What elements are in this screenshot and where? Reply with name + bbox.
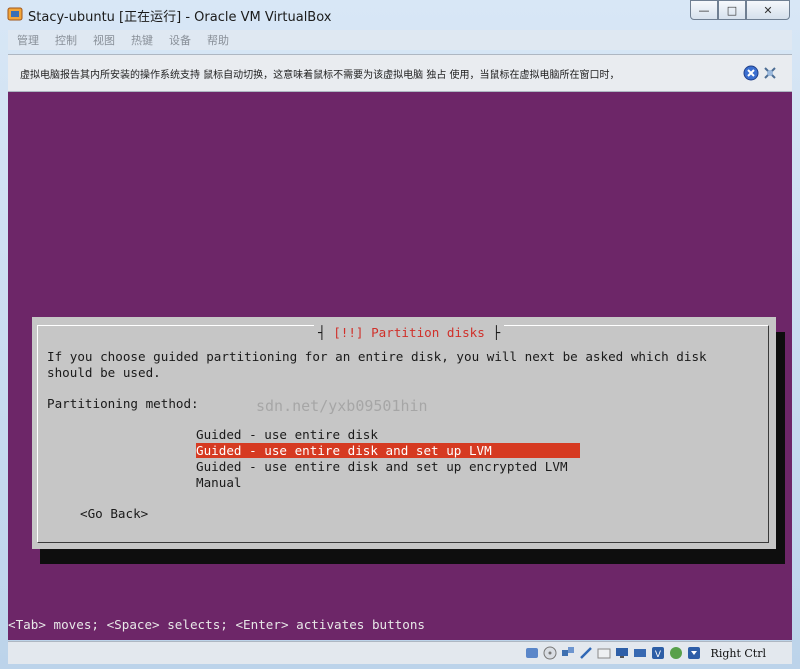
mouse-capture-icon[interactable] [669, 646, 683, 660]
menu-item-help[interactable]: 帮助 [207, 32, 229, 48]
menu-item-hotkeys[interactable]: 热键 [131, 32, 153, 48]
title-bar[interactable]: Stacy-ubuntu [正在运行] - Oracle VM VirtualB… [0, 0, 800, 29]
keyboard-capture-icon[interactable] [687, 646, 701, 660]
close-icon: ✕ [763, 3, 773, 17]
maximize-button[interactable]: □ [718, 0, 746, 20]
virtualbox-window: Stacy-ubuntu [正在运行] - Oracle VM VirtualB… [0, 0, 800, 669]
mouse-integration-notice: 虚拟电脑报告其内所安装的操作系统支持 鼠标自动切换，这意味着鼠标不需要为该虚拟电… [8, 54, 792, 92]
usb-icon[interactable] [579, 646, 593, 660]
dialog-title-text: [!!] Partition disks [333, 325, 485, 340]
intro-line-2: should be used. [47, 365, 161, 380]
host-key-label: Right Ctrl [710, 646, 766, 660]
menu-item-view[interactable]: 视图 [93, 32, 115, 48]
maximize-icon: □ [726, 3, 738, 17]
dialog-title-left-bracket: ┤ [318, 325, 326, 340]
display-icon[interactable] [615, 646, 629, 660]
vm-screen[interactable]: ┤ [!!] Partition disks ├ If you choose g… [8, 92, 792, 640]
go-back-button[interactable]: <Go Back> [80, 506, 148, 521]
close-notice-icon[interactable] [743, 65, 759, 81]
menu-item-manage[interactable]: 管理 [17, 32, 39, 48]
close-button[interactable]: ✕ [746, 0, 790, 20]
shared-folder-icon[interactable] [597, 646, 611, 660]
dialog-title: ┤ [!!] Partition disks ├ [314, 325, 505, 340]
minimize-button[interactable]: — [690, 0, 718, 20]
help-line: <Tab> moves; <Space> selects; <Enter> ac… [8, 617, 426, 632]
notice-text: 虚拟电脑报告其内所安装的操作系统支持 鼠标自动切换，这意味着鼠标不需要为该虚拟电… [20, 69, 620, 81]
mouse-integration-icon[interactable] [762, 65, 778, 81]
minimize-icon: — [698, 3, 710, 17]
method-label: Partitioning method: [47, 396, 199, 411]
menu-item-devices[interactable]: 设备 [169, 32, 191, 48]
status-bar: V Right Ctrl [8, 641, 792, 664]
dialog-title-right-bracket: ├ [492, 325, 501, 340]
network-icon[interactable] [561, 646, 575, 660]
svg-text:V: V [654, 650, 661, 660]
menu-bar: 管理 控制 视图 热键 设备 帮助 [8, 30, 792, 50]
window-title: Stacy-ubuntu [正在运行] - Oracle VM VirtualB… [28, 10, 332, 25]
hard-disk-icon[interactable] [525, 646, 539, 660]
option-manual[interactable]: Manual [196, 475, 242, 490]
video-capture-icon[interactable] [633, 646, 647, 660]
virtualbox-icon [7, 7, 23, 21]
option-guided-encrypted-lvm[interactable]: Guided - use entire disk and set up encr… [196, 459, 568, 474]
partition-disks-dialog: ┤ [!!] Partition disks ├ If you choose g… [32, 317, 776, 549]
option-guided-entire-disk[interactable]: Guided - use entire disk [196, 427, 378, 442]
intro-line-1: If you choose guided partitioning for an… [47, 349, 707, 364]
option-guided-lvm-selected[interactable]: Guided - use entire disk and set up LVM [196, 443, 580, 458]
virtualization-icon[interactable]: V [651, 646, 665, 660]
optical-drive-icon[interactable] [543, 646, 557, 660]
menu-item-control[interactable]: 控制 [55, 32, 77, 48]
